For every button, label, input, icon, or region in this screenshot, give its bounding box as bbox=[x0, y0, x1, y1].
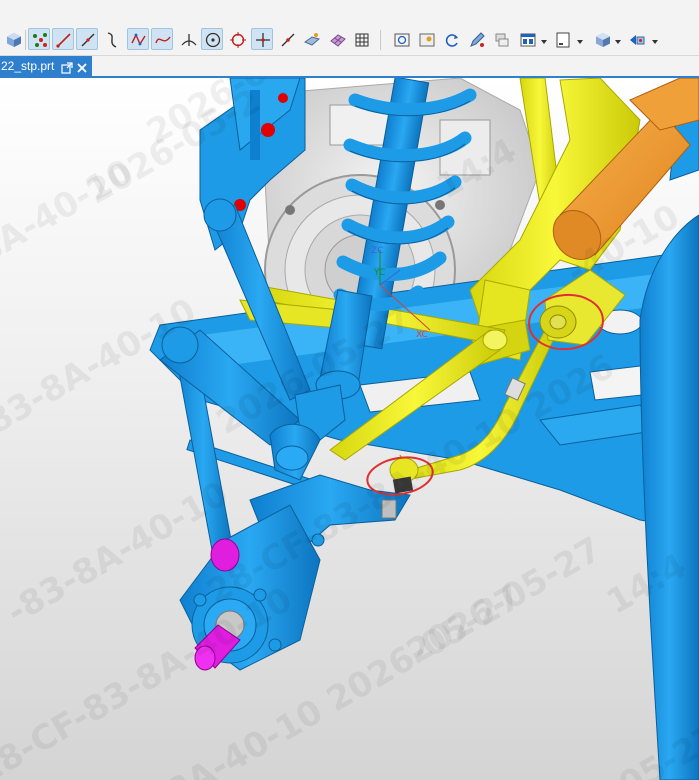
curve-icon bbox=[107, 32, 117, 48]
refresh-icon bbox=[445, 34, 458, 47]
tab-close-icon[interactable] bbox=[76, 60, 88, 73]
line-point-icon bbox=[281, 33, 295, 47]
line-icon bbox=[56, 33, 71, 48]
perpendicular-icon bbox=[181, 34, 197, 46]
layers-icon bbox=[495, 33, 509, 47]
mesh-button[interactable] bbox=[326, 28, 348, 50]
line-point-button[interactable] bbox=[276, 28, 298, 50]
display-icon bbox=[630, 35, 645, 45]
circle-center-icon bbox=[205, 32, 221, 48]
axis-label-yc: YC bbox=[374, 268, 386, 278]
view-cube-icon bbox=[7, 33, 21, 47]
studio-spline-icon bbox=[131, 33, 146, 46]
cross-point-icon bbox=[256, 33, 270, 47]
dropdown-arrow-icon bbox=[577, 40, 583, 44]
mesh-icon bbox=[330, 34, 346, 47]
display-dropdown[interactable] bbox=[651, 34, 659, 44]
grid-button[interactable] bbox=[350, 28, 372, 50]
dropdown-arrow-icon bbox=[615, 40, 621, 44]
fit-spline-icon bbox=[155, 36, 171, 44]
document-tab-label: 22_stp.prt bbox=[1, 59, 55, 73]
zoom-fit-icon bbox=[394, 33, 410, 47]
curve-button[interactable] bbox=[100, 28, 122, 50]
point-set-button[interactable] bbox=[28, 28, 50, 50]
studio-spline-button[interactable] bbox=[127, 28, 149, 50]
edit-pen-icon bbox=[470, 32, 485, 47]
layers-button[interactable] bbox=[490, 28, 512, 50]
layout-icon bbox=[520, 33, 536, 47]
axis-label-xc: XC bbox=[416, 330, 428, 340]
target-circle-icon bbox=[230, 32, 246, 48]
document-tab[interactable]: 22_stp.prt bbox=[0, 56, 92, 76]
target-circle-button[interactable] bbox=[226, 28, 248, 50]
shading-cube-button[interactable] bbox=[591, 28, 613, 50]
page-icon bbox=[556, 32, 570, 48]
circle-center-button[interactable] bbox=[201, 28, 223, 50]
page-button[interactable] bbox=[551, 28, 573, 50]
fit-spline-button[interactable] bbox=[151, 28, 173, 50]
line-diagonal-icon bbox=[81, 33, 95, 47]
tab-bar: 22_stp.prt bbox=[0, 56, 699, 78]
line-diagonal-button[interactable] bbox=[76, 28, 98, 50]
axis-label-zc: ZC bbox=[371, 246, 384, 256]
image-icon bbox=[419, 33, 435, 47]
image-button[interactable] bbox=[415, 28, 437, 50]
graphics-viewport[interactable]: ZC YC XC 2026-05-27 14:4 2026-05-2 8A-40… bbox=[0, 78, 699, 780]
page-dropdown[interactable] bbox=[576, 34, 584, 44]
layout-button[interactable] bbox=[516, 28, 538, 50]
dropdown-arrow-icon bbox=[541, 40, 547, 44]
cross-point-button[interactable] bbox=[251, 28, 273, 50]
point-set-icon bbox=[33, 33, 47, 47]
toolbar bbox=[0, 0, 699, 56]
surface-button[interactable] bbox=[300, 28, 322, 50]
tab-popout-icon[interactable] bbox=[61, 60, 73, 74]
grid-icon bbox=[355, 33, 369, 47]
zoom-fit-button[interactable] bbox=[390, 28, 412, 50]
shading-cube-icon bbox=[596, 33, 610, 47]
surface-icon bbox=[303, 33, 321, 46]
view-cube-button[interactable] bbox=[2, 28, 24, 50]
dropdown-arrow-icon bbox=[652, 40, 658, 44]
refresh-button[interactable] bbox=[440, 28, 462, 50]
edit-pen-button[interactable] bbox=[465, 28, 487, 50]
layout-dropdown[interactable] bbox=[540, 34, 548, 44]
perpendicular-button[interactable] bbox=[177, 28, 199, 50]
display-button[interactable] bbox=[625, 28, 647, 50]
shading-dropdown[interactable] bbox=[614, 34, 622, 44]
line-button[interactable] bbox=[52, 28, 74, 50]
